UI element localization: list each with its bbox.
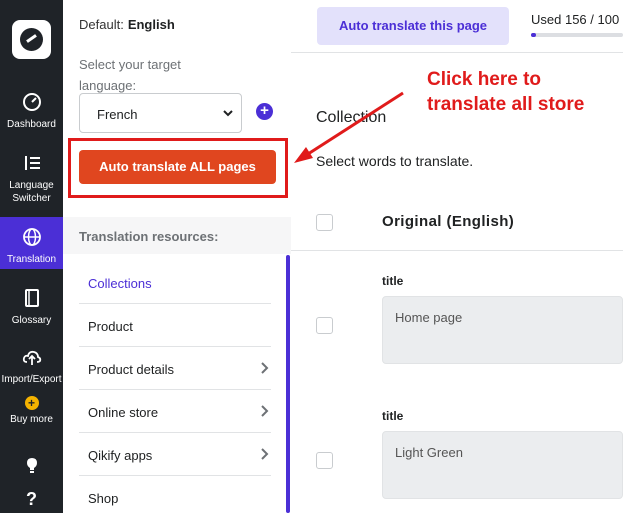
auto-translate-all-button[interactable]: Auto translate ALL pages (79, 150, 276, 184)
annotation-callout: Click here to translate all store (427, 67, 584, 117)
nav-label: Buy more (10, 414, 53, 425)
nav-item-translation[interactable]: Translation (0, 217, 63, 269)
usage-text: Used 156 / 100 (531, 12, 620, 27)
resources-heading: Translation resources: (63, 217, 291, 254)
resource-item-product[interactable]: Product (79, 304, 271, 347)
row-checkbox[interactable] (316, 317, 333, 334)
resources-scrollbar[interactable] (286, 255, 290, 513)
list-order-icon (0, 153, 63, 175)
default-label: Default: (79, 17, 124, 32)
resource-item-product-details[interactable]: Product details (79, 347, 271, 390)
chevron-right-icon (261, 405, 269, 417)
resource-item-online-store[interactable]: Online store (79, 390, 271, 433)
resource-label: Product details (88, 362, 174, 377)
nav-item-tips[interactable] (0, 455, 63, 477)
nav-item-dashboard[interactable]: Dashboard (0, 92, 63, 134)
resource-item-collections[interactable]: Collections (79, 261, 271, 304)
add-language-button[interactable]: + (256, 103, 273, 120)
help-icon[interactable]: ? (0, 490, 63, 513)
nav-label: Glossary (11, 315, 52, 326)
original-text-box: Home page (382, 296, 623, 364)
page-title: Collection (316, 109, 387, 126)
nav-label: Import/Export (1, 374, 62, 385)
usage-progress-bar (531, 33, 623, 37)
resource-label: Online store (88, 405, 159, 420)
default-language-value: English (127, 17, 175, 32)
target-language-label: Select your target language: (79, 57, 181, 93)
target-language-value: French (97, 107, 138, 122)
left-nav-rail: Dashboard Language Switcher Translation … (0, 0, 63, 513)
resource-label: Qikify apps (88, 448, 153, 463)
nav-label: Dashboard (7, 119, 56, 130)
content-card: Collection Select words to translate. Or… (291, 53, 623, 513)
settings-panel: Default: English Select your target langu… (63, 0, 291, 513)
globe-icon (0, 227, 63, 249)
nav-label: Translation (6, 254, 57, 265)
field-label: title (382, 409, 404, 423)
chevron-right-icon (261, 362, 269, 374)
gauge-icon (0, 92, 63, 114)
resource-label: Product (88, 319, 133, 334)
usage-progress-fill (531, 33, 536, 37)
instruction-text: Select words to translate. (316, 153, 474, 169)
app-logo[interactable] (12, 20, 51, 59)
column-header-original: Original (English) (382, 213, 515, 230)
top-bar: Auto translate this page Used 156 / 100 (291, 0, 623, 53)
book-icon (0, 288, 63, 310)
logo-mark-icon (20, 28, 43, 51)
resource-item-shop[interactable]: Shop (79, 476, 271, 513)
resource-label: Collections (88, 276, 152, 291)
chevron-right-icon (261, 448, 269, 460)
lightbulb-icon (0, 455, 63, 477)
nav-item-glossary[interactable]: Glossary (0, 288, 63, 328)
target-language-select[interactable]: French (79, 93, 242, 133)
auto-translate-page-button[interactable]: Auto translate this page (317, 7, 509, 45)
cloud-upload-icon (0, 347, 63, 369)
resource-label: Shop (88, 491, 119, 506)
original-text-box: Light Green (382, 431, 623, 499)
nav-item-language-switcher[interactable]: Language Switcher (0, 153, 63, 205)
select-all-checkbox[interactable] (316, 214, 333, 231)
nav-label: Language Switcher (9, 180, 54, 204)
resources-list: Collections Product Product details Onli… (79, 261, 271, 513)
chevron-down-icon (223, 110, 233, 117)
nav-item-buy-more[interactable]: + Buy more (0, 396, 63, 426)
callout-line: translate all store (427, 94, 585, 115)
row-checkbox[interactable] (316, 452, 333, 469)
resource-item-qikify-apps[interactable]: Qikify apps (79, 433, 271, 476)
callout-line: Click here to (427, 69, 542, 90)
field-label: title (382, 274, 404, 288)
default-language-row: Default: English (79, 17, 175, 32)
plus-coin-icon: + (24, 396, 39, 410)
nav-item-import-export[interactable]: Import/Export (0, 347, 63, 387)
